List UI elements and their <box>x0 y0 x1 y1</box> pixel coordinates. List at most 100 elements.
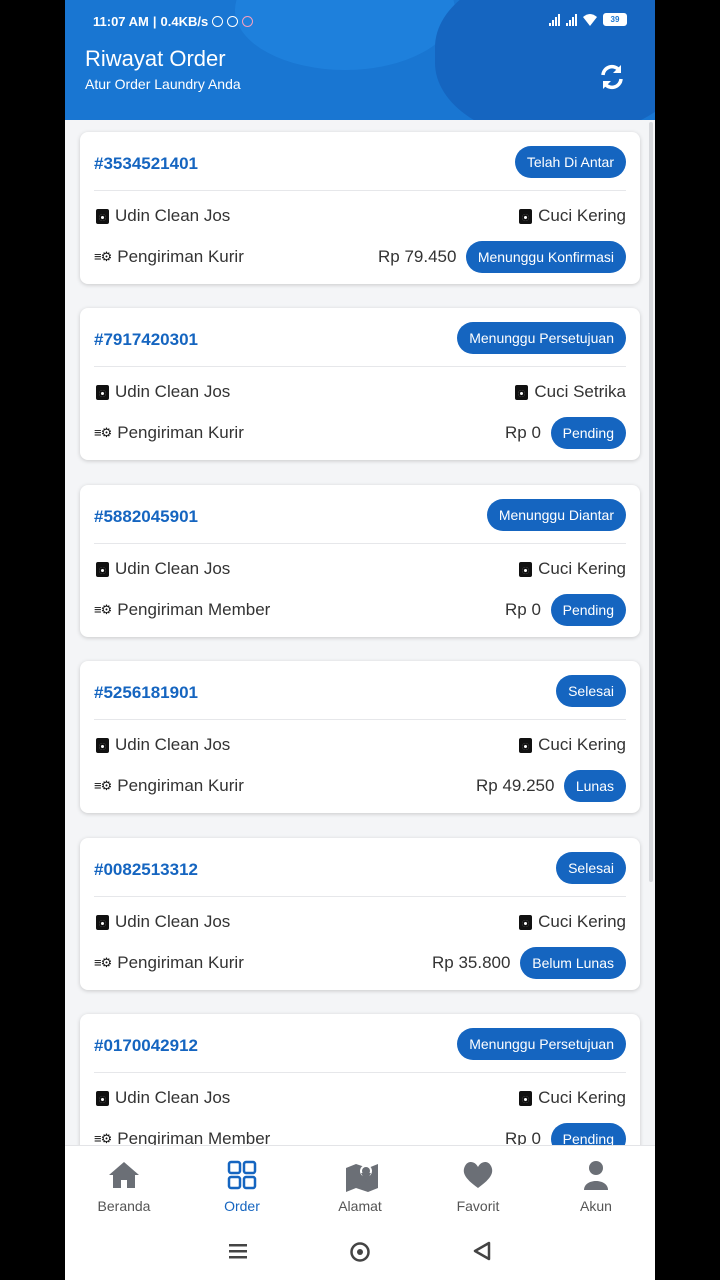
wifi-icon <box>583 13 597 26</box>
order-price: Rp 0 <box>505 423 541 442</box>
payment-status-badge: Lunas <box>563 770 626 802</box>
washer-icon <box>515 384 529 400</box>
nav-item-order[interactable]: Order <box>183 1146 301 1224</box>
status-speed: 0.4KB/s <box>160 14 209 29</box>
service-type: Cuci Setrika <box>534 382 626 401</box>
divider <box>94 1072 626 1073</box>
status-bar: 11:07 AM | 0.4KB/s 39 <box>65 0 655 42</box>
order-status-badge: Menunggu Diantar <box>486 499 626 531</box>
home-button-icon[interactable] <box>349 1241 371 1263</box>
order-card[interactable]: #7917420301 Menunggu Persetujuan Udin Cl… <box>80 308 640 460</box>
record-icon <box>242 16 254 27</box>
page-subtitle: Atur Order Laundry Anda <box>85 76 241 92</box>
nav-item-beranda[interactable]: Beranda <box>65 1146 183 1224</box>
divider <box>94 719 626 720</box>
bottom-navigation: Beranda Order Alamat Favorit Akun <box>65 1145 655 1224</box>
order-price: Rp 35.800 <box>432 953 511 972</box>
payment-status-badge: Pending <box>550 594 626 626</box>
order-list[interactable]: #3534521401 Telah Di Antar Udin Clean Jo… <box>65 120 655 1145</box>
store-name: Udin Clean Jos <box>115 735 231 754</box>
order-price: Rp 0 <box>505 1129 541 1145</box>
user-icon <box>584 1161 608 1190</box>
nav-label: Beranda <box>97 1198 151 1214</box>
nav-label: Alamat <box>338 1198 382 1214</box>
order-id: #5256181901 <box>94 683 199 702</box>
nav-label: Favorit <box>456 1198 500 1214</box>
store-name: Udin Clean Jos <box>115 206 231 225</box>
delivery-truck-icon: ≡⚙ <box>94 955 112 970</box>
order-price: Rp 79.450 <box>378 247 457 266</box>
service-type: Cuci Kering <box>538 1088 626 1107</box>
order-id: #3534521401 <box>94 154 199 173</box>
order-card[interactable]: #5882045901 Menunggu Diantar Udin Clean … <box>80 485 640 637</box>
nav-item-favorit[interactable]: Favorit <box>419 1146 537 1224</box>
nav-item-alamat[interactable]: Alamat <box>301 1146 419 1224</box>
order-card[interactable]: #0170042912 Menunggu Persetujuan Udin Cl… <box>80 1014 640 1145</box>
service-type: Cuci Kering <box>538 206 626 225</box>
washer-icon <box>96 737 109 753</box>
delivery-truck-icon: ≡⚙ <box>94 1131 112 1145</box>
menu-icon[interactable] <box>228 1241 248 1261</box>
app-header: 11:07 AM | 0.4KB/s 39 Riwayat Order Atur… <box>65 0 655 120</box>
store-name: Udin Clean Jos <box>115 382 231 401</box>
signal-icon <box>566 13 577 26</box>
signal-icon <box>549 13 560 26</box>
delivery-method: Pengiriman Member <box>117 600 271 619</box>
delivery-method: Pengiriman Member <box>117 1129 271 1145</box>
order-id: #7917420301 <box>94 330 199 349</box>
order-price: Rp 49.250 <box>476 776 555 795</box>
status-time: 11:07 AM <box>93 14 149 29</box>
store-name: Udin Clean Jos <box>115 912 231 931</box>
order-price: Rp 0 <box>505 600 541 619</box>
service-type: Cuci Kering <box>538 912 626 931</box>
washer-icon <box>96 561 109 577</box>
phone-screen: 11:07 AM | 0.4KB/s 39 Riwayat Order Atur… <box>65 0 655 1280</box>
scrollbar[interactable] <box>649 122 653 882</box>
washer-icon <box>519 208 533 224</box>
washer-icon <box>519 561 533 577</box>
alarm-icon <box>227 16 239 27</box>
order-status-badge: Telah Di Antar <box>514 146 626 178</box>
delivery-method: Pengiriman Kurir <box>117 776 244 795</box>
delivery-method: Pengiriman Kurir <box>117 953 244 972</box>
order-card[interactable]: #0082513312 Selesai Udin Clean Jos Cuci … <box>80 838 640 990</box>
payment-status-badge: Belum Lunas <box>520 947 626 979</box>
order-id: #0082513312 <box>94 860 199 879</box>
store-name: Udin Clean Jos <box>115 1088 231 1107</box>
battery-icon: 39 <box>603 13 627 26</box>
delivery-method: Pengiriman Kurir <box>117 247 244 266</box>
order-status-badge: Selesai <box>556 852 626 884</box>
nav-item-akun[interactable]: Akun <box>537 1146 655 1224</box>
nav-label: Order <box>224 1198 260 1214</box>
delivery-method: Pengiriman Kurir <box>117 423 244 442</box>
delivery-truck-icon: ≡⚙ <box>94 249 112 264</box>
page-title: Riwayat Order <box>85 46 226 71</box>
map-icon <box>346 1164 378 1192</box>
washer-icon <box>96 914 109 930</box>
washer-icon <box>519 914 533 930</box>
refresh-icon[interactable] <box>597 62 627 92</box>
order-status-badge: Selesai <box>556 675 626 707</box>
service-type: Cuci Kering <box>538 559 626 578</box>
order-status-badge: Menunggu Persetujuan <box>457 322 626 354</box>
payment-status-badge: Pending <box>550 1123 626 1145</box>
order-id: #5882045901 <box>94 507 199 526</box>
divider <box>94 896 626 897</box>
delivery-truck-icon: ≡⚙ <box>94 602 112 617</box>
washer-icon <box>519 1090 533 1106</box>
payment-status-badge: Menunggu Konfirmasi <box>465 241 626 273</box>
divider <box>94 543 626 544</box>
washer-icon <box>96 384 109 400</box>
order-card[interactable]: #5256181901 Selesai Udin Clean Jos Cuci … <box>80 661 640 813</box>
washer-icon <box>96 208 109 224</box>
home-icon <box>109 1162 139 1188</box>
delivery-truck-icon: ≡⚙ <box>94 425 112 440</box>
washer-icon <box>519 737 533 753</box>
back-icon[interactable] <box>472 1241 492 1261</box>
delivery-truck-icon: ≡⚙ <box>94 778 112 793</box>
order-card[interactable]: #3534521401 Telah Di Antar Udin Clean Jo… <box>80 132 640 284</box>
payment-status-badge: Pending <box>550 417 626 449</box>
store-name: Udin Clean Jos <box>115 559 231 578</box>
heart-icon <box>463 1161 493 1188</box>
system-navigation-bar <box>65 1223 655 1280</box>
